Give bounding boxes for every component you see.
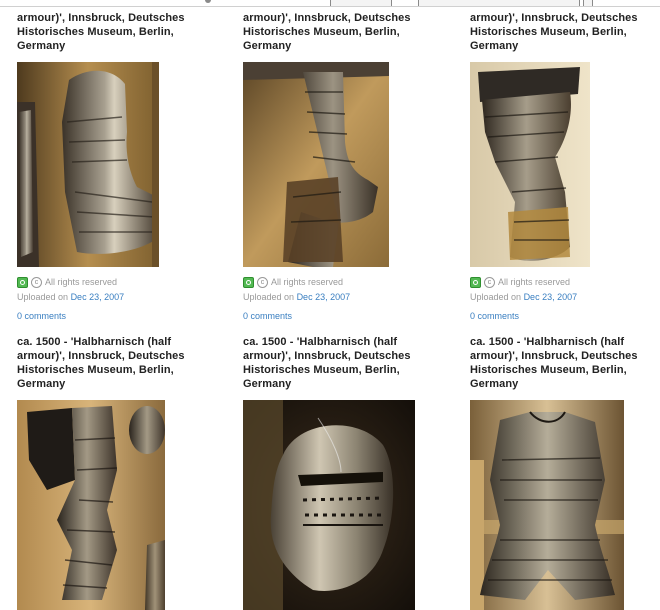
uploaded-date-link[interactable]: Dec 23, 2007 [524,292,578,302]
copyright-icon: c [31,277,42,288]
photo-title-line[interactable]: Germany [243,39,433,53]
photo-title-line[interactable]: armour)', Innsbruck, Deutsches [17,11,207,25]
photo-meta: c All rights reserved Uploaded on Dec 23… [470,275,660,324]
photo-title-line[interactable]: ca. 1500 - 'Halbharnisch (half [470,335,660,349]
photo-card: armour)', Innsbruck, Deutsches Historisc… [470,11,660,324]
license-row: c All rights reserved [17,275,207,290]
rights-text: All rights reserved [498,277,571,287]
photo-title-line[interactable]: armour)', Innsbruck, Deutsches [17,349,207,363]
copyright-icon: c [257,277,268,288]
license-row: c All rights reserved [243,275,433,290]
cc-license-icon[interactable] [17,277,28,288]
photo-title-line[interactable]: armour)', Innsbruck, Deutsches [243,349,433,363]
photo-title-line[interactable]: Germany [470,377,660,391]
photo-thumbnail[interactable] [243,62,389,267]
photo-title-line[interactable]: Historisches Museum, Berlin, [17,25,207,39]
cc-license-icon[interactable] [243,277,254,288]
rights-text: All rights reserved [271,277,344,287]
photo-thumbnail[interactable] [470,62,590,267]
photo-title[interactable]: ca. 1500 - 'Halbharnisch (half armour)',… [470,335,660,391]
uploaded-date-link[interactable]: Dec 23, 2007 [297,292,351,302]
photo-thumbnail[interactable] [17,62,159,267]
photo-card: ca. 1500 - 'Halbharnisch (half armour)',… [243,335,433,610]
photo-title-line[interactable]: ca. 1500 - 'Halbharnisch (half [243,335,433,349]
photo-title[interactable]: armour)', Innsbruck, Deutsches Historisc… [243,11,433,53]
photo-title-line[interactable]: Historisches Museum, Berlin, [470,25,660,39]
uploaded-label: Uploaded on [470,292,522,302]
photo-title-line[interactable]: armour)', Innsbruck, Deutsches [243,11,433,25]
comments-link[interactable]: 0 comments [243,309,433,324]
uploaded-label: Uploaded on [243,292,295,302]
photo-card: ca. 1500 - 'Halbharnisch (half armour)',… [17,335,207,610]
photo-title[interactable]: ca. 1500 - 'Halbharnisch (half armour)',… [243,335,433,391]
photo-grid: armour)', Innsbruck, Deutsches Historisc… [0,0,660,610]
photo-title-line[interactable]: Historisches Museum, Berlin, [243,25,433,39]
photo-title-line[interactable]: armour)', Innsbruck, Deutsches [470,349,660,363]
photo-title-line[interactable]: Historisches Museum, Berlin, [17,363,207,377]
photo-card: ca. 1500 - 'Halbharnisch (half armour)',… [470,335,660,610]
photo-title-line[interactable]: Historisches Museum, Berlin, [243,363,433,377]
uploaded-row: Uploaded on Dec 23, 2007 [17,290,207,305]
photo-meta: c All rights reserved Uploaded on Dec 23… [17,275,207,324]
photo-title[interactable]: ca. 1500 - 'Halbharnisch (half armour)',… [17,335,207,391]
armour-cuirass-image [470,400,624,610]
photo-title-line[interactable]: Germany [243,377,433,391]
photo-title-line[interactable]: ca. 1500 - 'Halbharnisch (half [17,335,207,349]
photo-title-line[interactable]: Historisches Museum, Berlin, [470,363,660,377]
photo-title[interactable]: armour)', Innsbruck, Deutsches Historisc… [17,11,207,53]
armour-arm-image [470,62,590,267]
photo-title-line[interactable]: Germany [17,377,207,391]
comments-link[interactable]: 0 comments [17,309,207,324]
comments-link[interactable]: 0 comments [470,309,660,324]
photo-title-line[interactable]: Germany [470,39,660,53]
armour-arm-image [17,62,159,267]
photo-title-line[interactable]: Germany [17,39,207,53]
photo-thumbnail[interactable] [470,400,624,610]
license-row: c All rights reserved [470,275,660,290]
photo-card: armour)', Innsbruck, Deutsches Historisc… [17,11,207,324]
rights-text: All rights reserved [45,277,118,287]
armour-helmet-image [243,400,415,610]
armour-leg-image [17,400,165,610]
copyright-icon: c [484,277,495,288]
photo-title[interactable]: armour)', Innsbruck, Deutsches Historisc… [470,11,660,53]
photo-meta: c All rights reserved Uploaded on Dec 23… [243,275,433,324]
photo-title-line[interactable]: armour)', Innsbruck, Deutsches [470,11,660,25]
uploaded-row: Uploaded on Dec 23, 2007 [243,290,433,305]
armour-arm-image [243,62,389,267]
photo-thumbnail[interactable] [243,400,415,610]
cc-license-icon[interactable] [470,277,481,288]
uploaded-row: Uploaded on Dec 23, 2007 [470,290,660,305]
uploaded-label: Uploaded on [17,292,69,302]
photo-thumbnail[interactable] [17,400,165,610]
uploaded-date-link[interactable]: Dec 23, 2007 [71,292,125,302]
photo-card: armour)', Innsbruck, Deutsches Historisc… [243,11,433,324]
